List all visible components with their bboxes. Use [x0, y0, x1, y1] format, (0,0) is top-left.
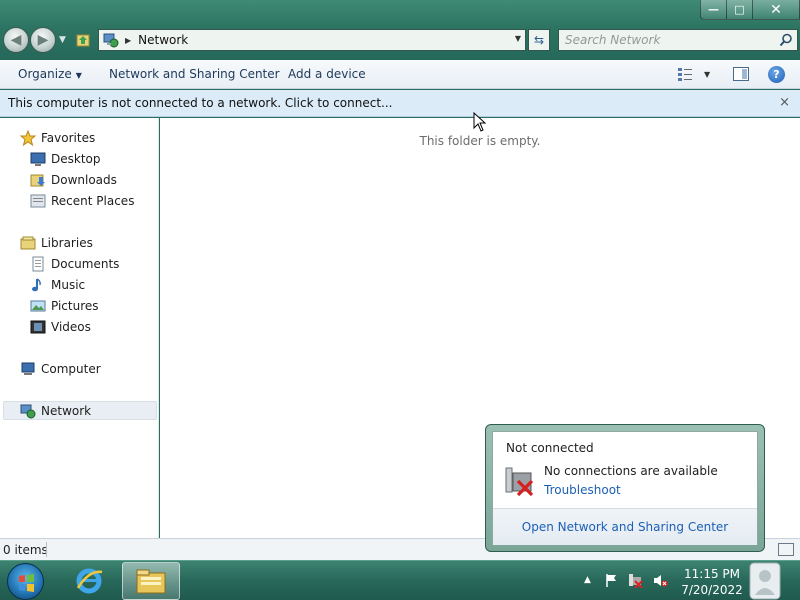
- taskbar: ▲ 11:15 PM 7/20/2022: [0, 560, 800, 600]
- back-button[interactable]: ◀: [3, 27, 29, 53]
- nav-videos[interactable]: Videos: [30, 318, 91, 336]
- views-icon: [678, 68, 692, 81]
- network-flyout-body: Not connected No connections are availab…: [492, 431, 758, 545]
- recent-places-label: Recent Places: [51, 194, 135, 208]
- pictures-icon: [30, 300, 46, 312]
- flyout-message: No connections are available: [544, 464, 718, 478]
- minimize-button[interactable]: —: [700, 0, 727, 20]
- internet-explorer-taskbar-button[interactable]: [62, 562, 116, 600]
- network-icon: [103, 33, 119, 48]
- star-icon: [20, 130, 36, 146]
- chevron-down-icon: ▼: [704, 70, 711, 79]
- info-bar-message[interactable]: This computer is not connected to a netw…: [8, 96, 392, 110]
- windows-explorer-icon: [136, 569, 166, 594]
- window-frame: — □ ✕ ◀ ▶ ▼ ▶ Network ▼ ⇆: [0, 0, 800, 60]
- computer-icon: [21, 362, 35, 375]
- recent-places-icon: [30, 194, 46, 208]
- windows-logo-icon: [19, 574, 34, 592]
- search-box[interactable]: [558, 29, 798, 51]
- videos-icon: [30, 320, 46, 334]
- system-clock[interactable]: 11:15 PM 7/20/2022: [680, 566, 744, 598]
- desktop-icon: [30, 152, 46, 166]
- status-divider: [46, 542, 47, 557]
- item-count: 0 items: [3, 543, 48, 557]
- music-icon: [32, 278, 41, 292]
- refresh-icon: ⇆: [533, 33, 545, 47]
- downloads-icon: [30, 174, 45, 187]
- status-view-icon[interactable]: [778, 543, 794, 556]
- add-device-button[interactable]: Add a device: [288, 67, 366, 81]
- nav-libraries[interactable]: Libraries: [20, 234, 93, 252]
- nav-recent-places[interactable]: Recent Places: [30, 192, 134, 210]
- libraries-icon: [20, 236, 36, 250]
- volume-muted-icon[interactable]: [653, 573, 668, 588]
- nav-favorites[interactable]: Favorites: [20, 129, 95, 147]
- network-label: Network: [41, 404, 92, 418]
- arrow-right-icon: ▶: [37, 32, 49, 48]
- user-avatar-icon[interactable]: [748, 561, 782, 600]
- forward-button[interactable]: ▶: [30, 27, 56, 53]
- network-disconnected-icon: [505, 467, 534, 497]
- command-bar: Organize ▼ Network and Sharing Center Add…: [0, 60, 800, 89]
- desktop-label: Desktop: [51, 152, 101, 166]
- search-icon[interactable]: [779, 33, 793, 47]
- nav-downloads[interactable]: Downloads: [30, 171, 117, 189]
- favorites-label: Favorites: [41, 131, 96, 145]
- downloads-label: Downloads: [51, 173, 117, 187]
- open-network-sharing-center-link[interactable]: Open Network and Sharing Center: [493, 520, 757, 534]
- show-hidden-icons-button[interactable]: ▲: [584, 575, 591, 585]
- breadcrumb-network[interactable]: Network: [138, 33, 188, 47]
- refresh-button[interactable]: ⇆: [528, 29, 550, 51]
- nav-computer[interactable]: Computer: [20, 360, 101, 378]
- nav-documents[interactable]: Documents: [30, 255, 119, 273]
- address-bar[interactable]: ▶ Network ▼: [98, 29, 526, 51]
- preview-pane-icon[interactable]: [733, 67, 749, 81]
- windows-explorer-taskbar-button[interactable]: [122, 562, 180, 600]
- organize-label: Organize: [18, 67, 72, 81]
- info-bar[interactable]: This computer is not connected to a netw…: [0, 90, 800, 117]
- videos-label: Videos: [51, 320, 91, 334]
- breadcrumb-chevron-icon[interactable]: ▶: [125, 36, 131, 45]
- flag-icon[interactable]: [604, 573, 619, 588]
- mouse-cursor-icon: [473, 112, 487, 132]
- empty-folder-message: This folder is empty.: [419, 134, 541, 148]
- search-input[interactable]: [565, 32, 775, 48]
- change-view-button[interactable]: ▼: [678, 67, 712, 82]
- help-button[interactable]: ?: [768, 66, 785, 83]
- recent-pages-dropdown[interactable]: ▼: [59, 35, 66, 45]
- network-sharing-center-button[interactable]: Network and Sharing Center: [109, 67, 280, 81]
- libraries-label: Libraries: [41, 236, 93, 250]
- documents-label: Documents: [51, 257, 120, 271]
- chevron-down-icon: ▼: [75, 71, 82, 80]
- nav-network[interactable]: Network: [20, 402, 91, 420]
- navigation-row: ◀ ▶ ▼ ▶ Network ▼ ⇆: [0, 26, 800, 54]
- address-dropdown-icon[interactable]: ▼: [515, 34, 521, 43]
- folder-up-icon[interactable]: [75, 32, 91, 48]
- network-disconnected-tray-icon[interactable]: [628, 573, 643, 588]
- computer-label: Computer: [41, 362, 101, 376]
- info-bar-close-icon[interactable]: ×: [779, 95, 790, 110]
- documents-icon: [32, 256, 44, 272]
- music-label: Music: [51, 278, 86, 292]
- network-flyout: Not connected No connections are availab…: [485, 424, 765, 552]
- network-icon: [20, 404, 36, 419]
- flyout-footer: Open Network and Sharing Center: [493, 508, 757, 545]
- caption-buttons: — □ ✕: [700, 0, 800, 20]
- start-button[interactable]: [7, 563, 44, 600]
- clock-time: 11:15 PM: [684, 567, 740, 581]
- clock-date: 7/20/2022: [681, 583, 743, 597]
- navigation-pane: Favorites Desktop Downloads Recent Place…: [0, 118, 159, 538]
- nav-pictures[interactable]: Pictures: [30, 297, 99, 315]
- internet-explorer-icon: [76, 568, 103, 594]
- maximize-button[interactable]: □: [727, 0, 753, 20]
- organize-button[interactable]: Organize ▼: [18, 67, 82, 81]
- flyout-title: Not connected: [506, 441, 594, 455]
- arrow-left-icon: ◀: [10, 32, 22, 48]
- nav-music[interactable]: Music: [30, 276, 85, 294]
- nav-desktop[interactable]: Desktop: [30, 150, 101, 168]
- troubleshoot-link[interactable]: Troubleshoot: [544, 483, 621, 497]
- close-button[interactable]: ✕: [753, 0, 800, 20]
- pictures-label: Pictures: [51, 299, 99, 313]
